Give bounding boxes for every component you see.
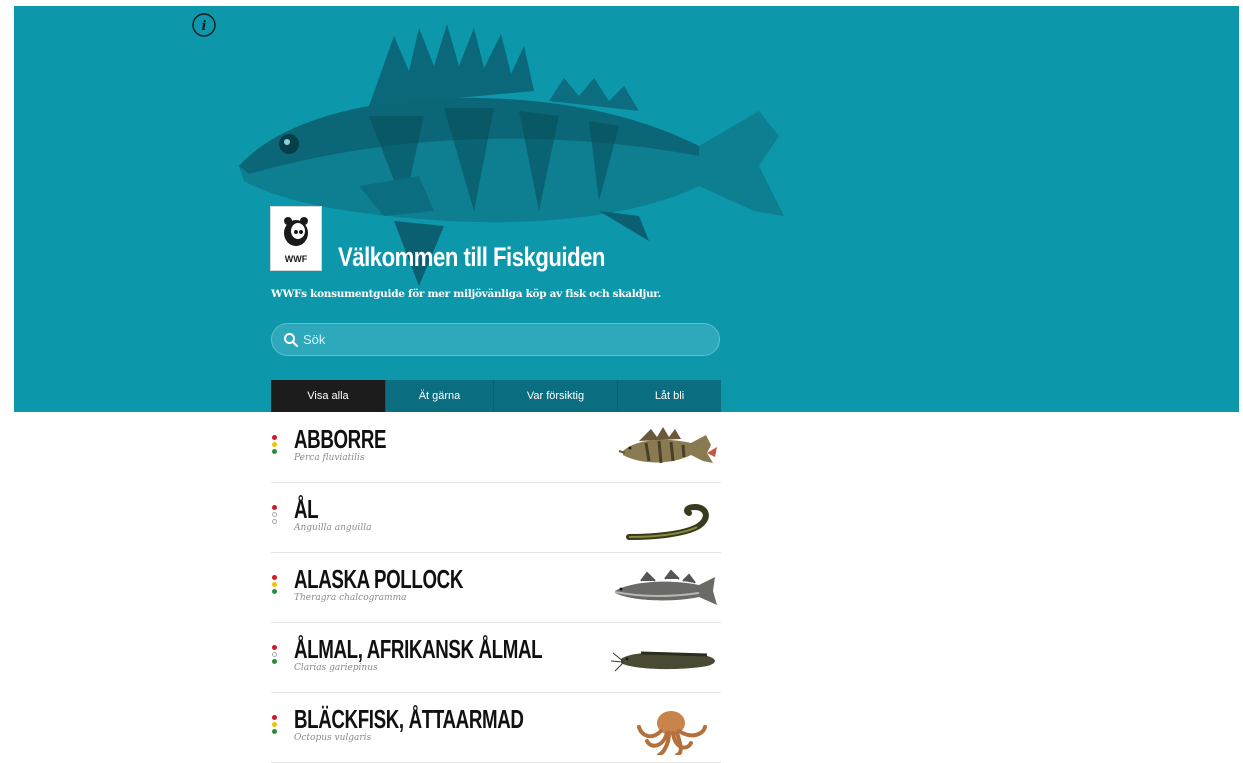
page-subtitle: WWFs konsumentguide för mer miljövänliga… — [271, 288, 661, 300]
rating-red-dot — [272, 715, 277, 720]
rating-indicator — [272, 505, 278, 526]
species-latin-name: Perca fluviatilis — [294, 453, 365, 463]
tab-var-forsiktig[interactable]: Var försiktig — [494, 380, 618, 412]
species-latin-name: Octopus vulgaris — [294, 733, 372, 743]
rating-yellow-dot — [272, 722, 277, 727]
list-item[interactable]: ALASKA POLLOCK Theragra chalcogramma — [271, 553, 721, 623]
panda-icon: WWF — [284, 217, 308, 264]
rating-green-dot — [272, 659, 277, 664]
eel-thumbnail — [626, 503, 709, 540]
pollock-thumbnail — [614, 569, 717, 605]
page-title: Välkommen till Fiskguiden — [338, 242, 605, 272]
list-item[interactable]: ABBORRE Perca fluviatilis — [271, 413, 721, 483]
species-name: ÅL — [294, 494, 319, 524]
filter-tabs: Visa alla Ät gärna Var försiktig Låt bli — [271, 380, 721, 412]
species-list: ABBORRE Perca fluviatilis ÅL Anguilla an… — [271, 413, 721, 763]
species-latin-name: Clarias gariepinus — [294, 663, 378, 673]
list-item[interactable]: ÅL Anguilla anguilla — [271, 483, 721, 553]
tab-at-garna[interactable]: Ät gärna — [386, 380, 494, 412]
list-item[interactable]: ÅLMAL, AFRIKANSK ÅLMAL Clarias gariepinu… — [271, 623, 721, 693]
svg-text:i: i — [202, 19, 207, 34]
list-item[interactable]: BLÄCKFISK, ÅTTAARMAD Octopus vulgaris — [271, 693, 721, 763]
tab-visa-alla[interactable]: Visa alla — [271, 380, 386, 412]
rating-indicator — [272, 645, 278, 666]
rating-green-dot — [272, 729, 277, 734]
hero-banner: i WWF Välkommen till Fiskguiden WWFs kon… — [14, 6, 1239, 412]
wwf-logo: WWF — [270, 206, 322, 271]
perch-thumbnail — [618, 427, 717, 464]
rating-red-dot — [272, 575, 277, 580]
octopus-thumbnail — [637, 711, 707, 755]
species-name: ABBORRE — [294, 424, 387, 454]
rating-indicator — [272, 575, 278, 596]
search-icon — [284, 332, 298, 347]
rating-yellow-dot — [272, 442, 277, 447]
rating-indicator — [272, 715, 278, 736]
rating-empty-dot — [272, 512, 277, 517]
species-name: ALASKA POLLOCK — [294, 564, 463, 594]
search-input[interactable] — [303, 332, 719, 347]
rating-empty-dot — [272, 652, 277, 657]
search-bar[interactable] — [271, 323, 720, 356]
rating-green-dot — [272, 449, 277, 454]
wwf-logo-text: WWF — [285, 254, 308, 264]
tab-lat-bli[interactable]: Låt bli — [618, 380, 721, 412]
rating-red-dot — [272, 435, 277, 440]
catfish-thumbnail — [611, 651, 715, 672]
species-name: BLÄCKFISK, ÅTTAARMAD — [294, 704, 524, 734]
rating-empty-dot — [272, 519, 277, 524]
species-name: ÅLMAL, AFRIKANSK ÅLMAL — [294, 634, 543, 664]
rating-indicator — [272, 435, 278, 456]
rating-red-dot — [272, 645, 277, 650]
rating-red-dot — [272, 505, 277, 510]
rating-yellow-dot — [272, 582, 277, 587]
rating-green-dot — [272, 589, 277, 594]
species-latin-name: Theragra chalcogramma — [294, 593, 407, 603]
info-icon[interactable]: i — [192, 13, 216, 37]
species-latin-name: Anguilla anguilla — [294, 523, 372, 533]
